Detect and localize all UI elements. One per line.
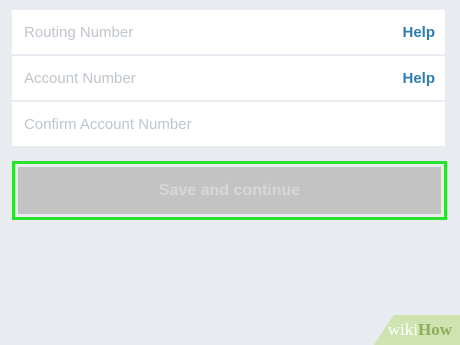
- account-number-help-link[interactable]: Help: [402, 70, 435, 87]
- watermark-how-text: How: [418, 320, 452, 339]
- watermark-wiki-text: wiki: [387, 320, 418, 339]
- account-number-input[interactable]: [24, 69, 324, 87]
- confirm-account-number-field[interactable]: [12, 102, 445, 146]
- routing-number-help-link[interactable]: Help: [402, 24, 435, 41]
- routing-number-input[interactable]: [24, 23, 324, 41]
- wikihow-watermark: wiki How: [373, 315, 460, 345]
- confirm-account-number-input[interactable]: [24, 115, 324, 133]
- save-and-continue-button[interactable]: Save and continue: [18, 167, 441, 214]
- routing-number-field[interactable]: Help: [12, 10, 445, 54]
- save-button-highlight: Save and continue: [12, 161, 447, 220]
- account-number-field[interactable]: Help: [12, 56, 445, 100]
